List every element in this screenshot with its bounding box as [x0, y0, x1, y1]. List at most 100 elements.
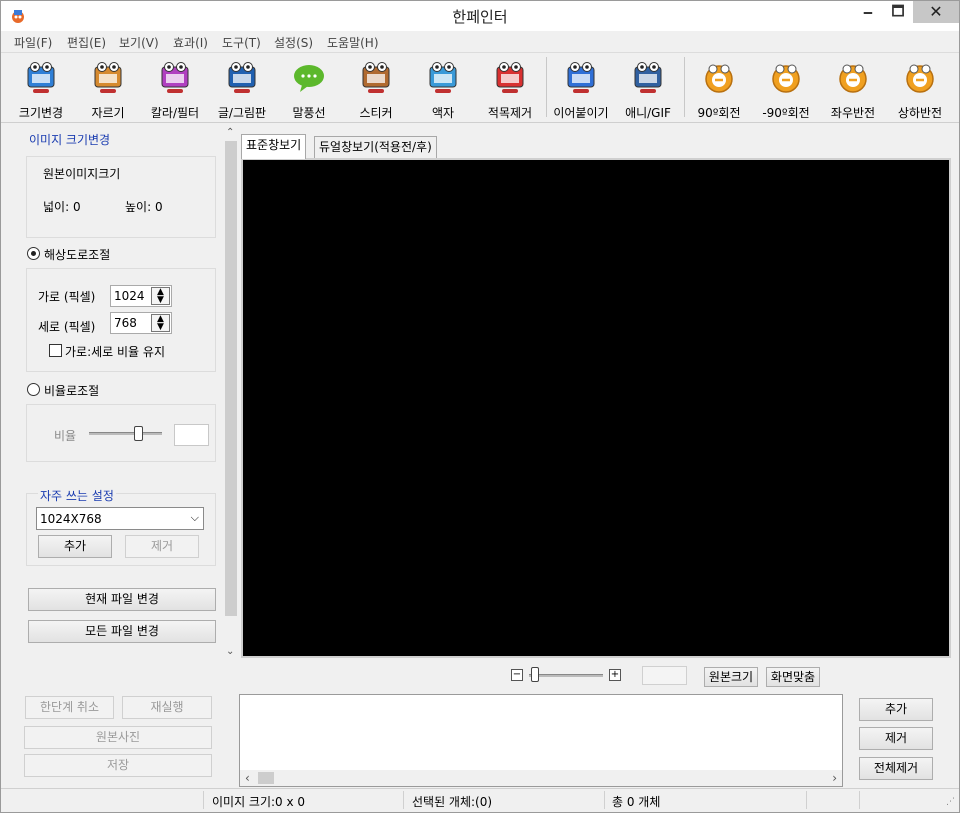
left-panel-scrollbar[interactable]: ⌃ ⌄: [223, 126, 239, 661]
image-canvas[interactable]: [241, 158, 951, 658]
original-size-button[interactable]: 원본크기: [704, 667, 758, 687]
menu-file[interactable]: 파일(F): [14, 34, 52, 51]
apply-all-files-button[interactable]: 모든 파일 변경: [28, 620, 216, 643]
toolbar-button-label[interactable]: 상하반전: [889, 104, 951, 121]
fit-to-screen-button[interactable]: 화면맞춤: [766, 667, 820, 687]
zoom-out-icon[interactable]: −: [511, 669, 523, 681]
text-draw-icon[interactable]: [225, 61, 259, 95]
undo-button[interactable]: 한단계 취소: [25, 696, 114, 719]
toolbar-button-label[interactable]: 글/그림판: [211, 104, 273, 121]
add-favorite-button[interactable]: 추가: [38, 535, 112, 558]
toolbar-button-label[interactable]: -90º회전: [755, 104, 817, 121]
close-button[interactable]: ✕: [913, 1, 959, 23]
spinner-arrows-icon[interactable]: ▲ ▼: [151, 287, 170, 305]
toolbar-button-flip-horizontal[interactable]: 좌우반전: [822, 57, 884, 121]
scroll-left-icon[interactable]: ‹: [245, 771, 250, 785]
remove-favorite-button[interactable]: 제거: [125, 535, 199, 558]
color-filter-icon[interactable]: [158, 61, 192, 95]
menu-help[interactable]: 도움말(H): [327, 34, 379, 51]
toolbar-button-label[interactable]: 칼라/필터: [144, 104, 206, 121]
toolbar-button-rotate-ccw[interactable]: -90º회전: [755, 57, 817, 121]
toolbar-button-gif-animation[interactable]: 애니/GIF: [617, 57, 679, 121]
menu-edit[interactable]: 편집(E): [67, 34, 106, 51]
ratio-radio[interactable]: [27, 383, 40, 396]
favorites-select[interactable]: 1024X768 ⌵: [36, 507, 204, 530]
ratio-input[interactable]: [174, 424, 209, 446]
toolbar-button-resize[interactable]: 크기변경: [10, 57, 72, 121]
file-list[interactable]: ‹ ›: [239, 694, 843, 787]
favorites-selected-value[interactable]: 1024X768: [40, 512, 102, 526]
chevron-down-icon[interactable]: ⌵: [191, 511, 199, 525]
menu-tools[interactable]: 도구(T): [222, 34, 261, 51]
scroll-up-icon[interactable]: ⌃: [226, 127, 234, 138]
toolbar-button-rotate-cw[interactable]: 90º회전: [688, 57, 750, 121]
remove-all-files-button[interactable]: 전체제거: [859, 757, 933, 780]
zoom-in-icon[interactable]: +: [609, 669, 621, 681]
original-photo-button[interactable]: 원본사진: [24, 726, 212, 749]
red-eye-icon[interactable]: [493, 61, 527, 95]
sticker-icon[interactable]: [359, 61, 393, 95]
toolbar-button-label[interactable]: 자르기: [77, 104, 139, 121]
resize-grip-icon[interactable]: ⋰: [946, 797, 955, 807]
toolbar-button-text-draw[interactable]: 글/그림판: [211, 57, 273, 121]
toolbar-button-label[interactable]: 적목제거: [479, 104, 541, 121]
redo-button[interactable]: 재실행: [122, 696, 212, 719]
keep-ratio-label[interactable]: 가로:세로 비율 유지: [65, 343, 165, 360]
file-list-scrollbar[interactable]: ‹ ›: [240, 770, 842, 786]
resolution-radio-label[interactable]: 해상도로조절: [44, 246, 110, 263]
title-bar[interactable]: 한페인터 🗕 🗖 ✕: [1, 1, 959, 31]
rotate-cw-icon[interactable]: [702, 61, 736, 95]
minimize-button[interactable]: 🗕: [853, 1, 883, 23]
scroll-down-icon[interactable]: ⌄: [226, 646, 234, 657]
scrollbar-thumb[interactable]: [258, 772, 274, 784]
menu-effect[interactable]: 효과(I): [173, 34, 208, 51]
menu-view[interactable]: 보기(V): [119, 34, 159, 51]
zoom-slider-track[interactable]: [529, 674, 603, 677]
flip-vertical-icon[interactable]: [903, 61, 937, 95]
add-file-button[interactable]: 추가: [859, 698, 933, 721]
toolbar-button-label[interactable]: 스티커: [345, 104, 407, 121]
height-pixel-spinner[interactable]: 768 ▲ ▼: [110, 312, 172, 334]
keep-ratio-checkbox[interactable]: [49, 344, 62, 357]
tab-standard-view[interactable]: 표준창보기: [241, 134, 307, 159]
flip-horizontal-icon[interactable]: [836, 61, 870, 95]
toolbar-button-merge[interactable]: 이어붙이기: [548, 57, 614, 121]
toolbar-button-label[interactable]: 애니/GIF: [617, 104, 679, 121]
merge-icon[interactable]: [564, 61, 598, 95]
scrollbar-thumb[interactable]: [225, 141, 237, 616]
height-pixel-value[interactable]: 768: [114, 316, 137, 330]
spinner-arrows-icon[interactable]: ▲ ▼: [151, 314, 170, 332]
frame-icon[interactable]: [426, 61, 460, 95]
ratio-radio-label[interactable]: 비율로조절: [44, 382, 99, 399]
save-button[interactable]: 저장: [24, 754, 212, 777]
gif-animation-icon[interactable]: [631, 61, 665, 95]
toolbar-button-label[interactable]: 90º회전: [688, 104, 750, 121]
toolbar-button-frame[interactable]: 액자: [412, 57, 474, 121]
apply-current-file-button[interactable]: 현재 파일 변경: [28, 588, 216, 611]
maximize-button[interactable]: 🗖: [883, 1, 913, 23]
toolbar-button-label[interactable]: 말풍선: [278, 104, 340, 121]
menu-settings[interactable]: 설정(S): [274, 34, 313, 51]
toolbar-button-label[interactable]: 크기변경: [10, 104, 72, 121]
toolbar-button-flip-vertical[interactable]: 상하반전: [889, 57, 951, 121]
ratio-slider-track[interactable]: [89, 432, 162, 435]
toolbar-button-speech-bubble[interactable]: 말풍선: [278, 57, 340, 121]
zoom-slider-thumb[interactable]: [531, 667, 539, 682]
toolbar-button-red-eye[interactable]: 적목제거: [479, 57, 541, 121]
toolbar-button-label[interactable]: 좌우반전: [822, 104, 884, 121]
remove-file-button[interactable]: 제거: [859, 727, 933, 750]
resolution-radio[interactable]: [27, 247, 40, 260]
toolbar-button-crop[interactable]: 자르기: [77, 57, 139, 121]
crop-icon[interactable]: [91, 61, 125, 95]
toolbar-button-label[interactable]: 이어붙이기: [548, 104, 614, 121]
ratio-slider-thumb[interactable]: [133, 426, 143, 441]
rotate-ccw-icon[interactable]: [769, 61, 803, 95]
resize-icon[interactable]: [24, 61, 58, 95]
zoom-value-field[interactable]: [642, 666, 687, 685]
scroll-right-icon[interactable]: ›: [832, 771, 837, 785]
speech-bubble-icon[interactable]: [292, 61, 326, 95]
width-pixel-spinner[interactable]: 1024 ▲ ▼: [110, 285, 172, 307]
width-pixel-value[interactable]: 1024: [114, 289, 145, 303]
toolbar-button-sticker[interactable]: 스티커: [345, 57, 407, 121]
toolbar-button-label[interactable]: 액자: [412, 104, 474, 121]
